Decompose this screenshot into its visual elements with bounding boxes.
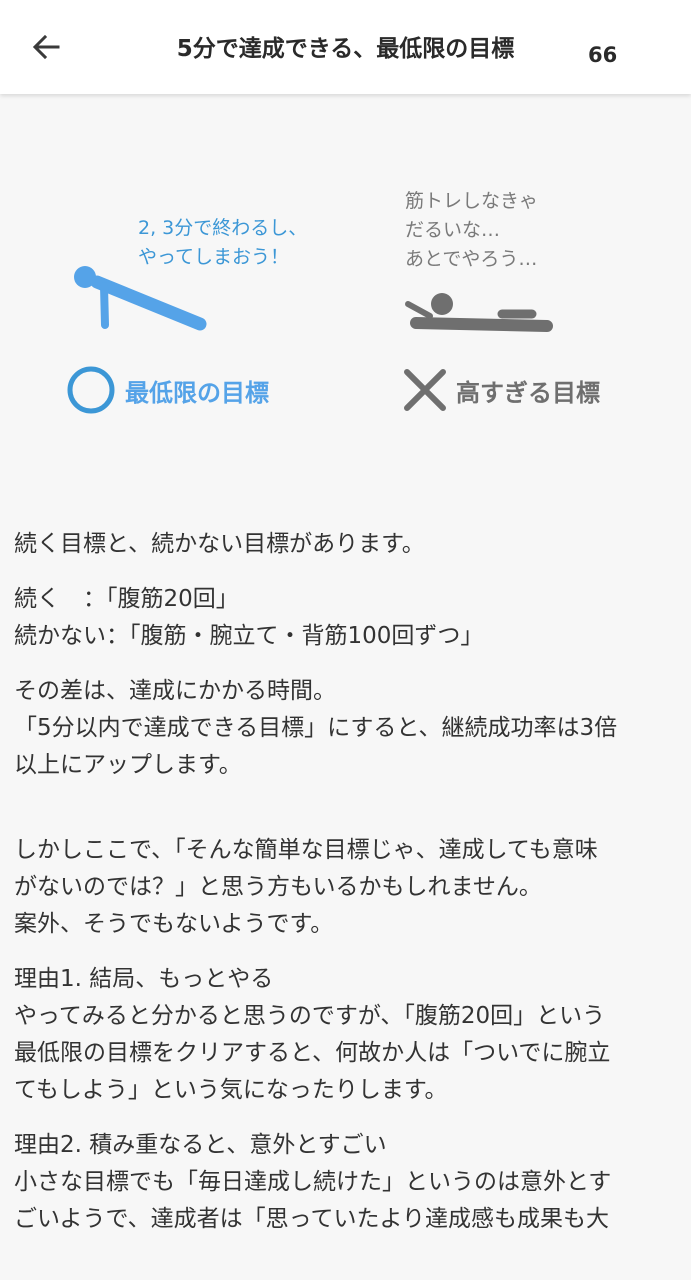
paragraph: その差は、達成にかかる時間。 「5分以内で達成できる目標」にすると、継続成功率は… (14, 673, 674, 784)
count-badge[interactable]: 66 (588, 43, 617, 67)
paragraph: 続く ：「腹筋20回」 続かない：「腹筋・腕立て・背筋100回ずつ」 (14, 581, 674, 655)
text-line: ごいようで、達成者は「思っていたより達成感も成果も大 (14, 1206, 610, 1232)
paragraph: 続く目標と、続かない目標があります。 (14, 526, 674, 563)
text-line: 続かない：「腹筋・腕立て・背筋100回ずつ」 (14, 623, 484, 649)
speech-left-line: 2, 3分で終わるし、 (138, 217, 308, 239)
text-line: 理由2. 積み重なると、意外とすごい (14, 1132, 387, 1158)
speech-right-line: あとでやろう… (405, 248, 538, 270)
text-line: その差は、達成にかかる時間。 (14, 678, 336, 704)
speech-right-line: だるいな… (405, 219, 501, 241)
text-line: やってみると分かると思うのですが、「腹筋20回」という (14, 1003, 606, 1029)
text-line: 以上にアップします。 (14, 752, 242, 778)
text-line: 続く ：「腹筋20回」 (14, 586, 239, 612)
text-line: 「5分以内で達成できる目標」にすると、継続成功率は3倍 (14, 715, 618, 741)
text-line: 小さな目標でも「毎日達成し続けた」というのは意外とす (14, 1169, 612, 1195)
paragraph: しかしここで、「そんな簡単な目標じゃ、達成しても意味 がないのでは？」と思う方も… (14, 832, 674, 943)
lying-figure-icon (405, 293, 553, 332)
app-bar: 5分で達成できる、最低限の目標 66 (0, 0, 691, 94)
high-goal-label: 高すぎる目標 (456, 379, 600, 407)
text-line: 案外、そうでもないようです。 (14, 911, 334, 937)
paragraph: 理由2. 積み重なると、意外とすごい 小さな目標でも「毎日達成し続けた」というの… (14, 1127, 674, 1238)
speech-right: 筋トレしなきゃ だるいな… あとでやろう… (405, 187, 538, 274)
article-body: 続く目標と、続かない目標があります。 続く ：「腹筋20回」 続かない：「腹筋・… (14, 526, 674, 1256)
text-line: 最低限の目標をクリアすると、何故か人は「ついでに腕立 (14, 1040, 611, 1066)
goal-illustration: 2, 3分で終わるし、 やってしまおう！ 筋トレしなきゃ だるいな… あとでやろ… (0, 94, 691, 494)
text-line: 続く目標と、続かない目標があります。 (14, 531, 425, 557)
cross-mark-icon (404, 369, 446, 411)
pushup-figure-icon (74, 266, 207, 331)
paragraph: 理由1. 結局、もっとやる やってみると分かると思うのですが、「腹筋20回」とい… (14, 961, 674, 1109)
minimum-goal-label: 最低限の目標 (125, 379, 269, 407)
text-line: てもしよう」という気になったりします。 (14, 1077, 448, 1103)
speech-right-line: 筋トレしなきゃ (405, 190, 539, 212)
text-line: がないのでは？」と思う方もいるかもしれません。 (14, 874, 542, 900)
text-line: しかしここで、「そんな簡単な目標じゃ、達成しても意味 (14, 837, 598, 863)
circle-mark-icon (67, 366, 115, 414)
text-line: 理由1. 結局、もっとやる (14, 966, 274, 992)
